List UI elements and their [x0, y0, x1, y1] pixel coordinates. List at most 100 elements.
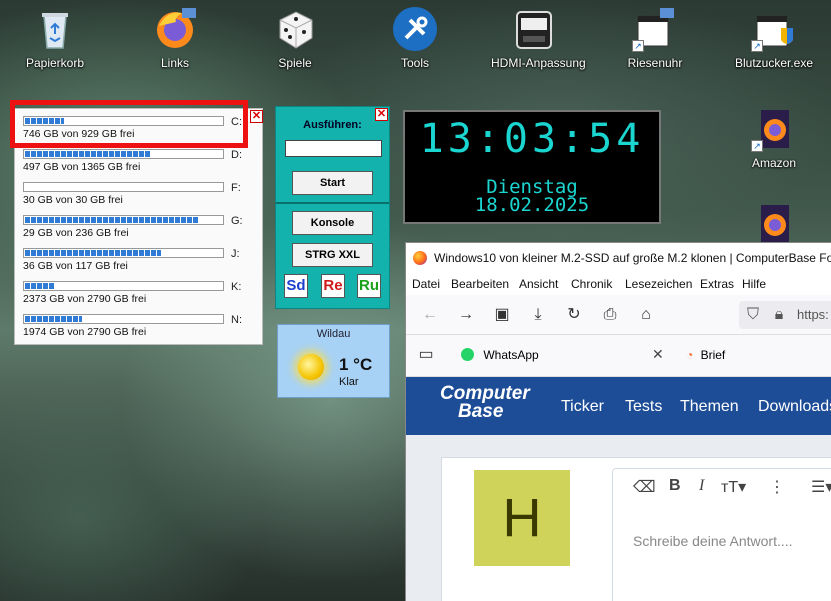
forward-icon[interactable]: →	[456, 305, 476, 325]
menu-chronik[interactable]: Chronik	[571, 277, 612, 291]
download-icon[interactable]: ⤓	[528, 305, 548, 325]
lock-icon: 🔒︎	[774, 306, 784, 323]
desktop-icon-label: Blutzucker.exe	[734, 56, 814, 70]
run-input[interactable]	[285, 140, 382, 157]
shield-app-icon: ↗	[751, 6, 797, 52]
hdmi-icon	[511, 6, 557, 52]
usage-bar	[23, 215, 224, 225]
firefox-icon	[152, 6, 198, 52]
weather-gadget: Wildau 1 °C Klar	[277, 324, 390, 398]
eraser-icon[interactable]: ⌫	[633, 477, 656, 497]
tools-icon	[392, 6, 438, 52]
drive-row: C: 746 GB von 929 GB frei	[23, 116, 259, 149]
clock-date: 18.02.2025	[474, 194, 590, 216]
desktop-icon-tools[interactable]: Tools	[372, 0, 458, 70]
strg-xxl-button[interactable]: STRG XXL	[292, 243, 373, 267]
usage-bar	[23, 116, 224, 126]
menu-hilfe[interactable]: Hilfe	[742, 277, 766, 291]
more-options-icon[interactable]: ⋮	[769, 477, 785, 497]
tabs-overview-icon[interactable]: ▭	[416, 345, 436, 365]
url-bar[interactable]: ⛉ 🔒︎ https:	[739, 301, 831, 329]
drive-row: K: 2373 GB von 2790 GB frei	[23, 281, 259, 314]
text-size-icon[interactable]: тT▾	[721, 477, 746, 497]
drive-info: 30 GB von 30 GB frei	[23, 194, 123, 206]
desktop-icon-links[interactable]: Links	[132, 0, 218, 70]
usage-bar	[23, 182, 224, 192]
nav-tests[interactable]: Tests	[625, 398, 662, 416]
weather-city: Wildau	[316, 328, 351, 340]
desktop-icon-spiele[interactable]: Spiele	[252, 0, 338, 70]
desktop-icon-amazon[interactable]: ↗ Amazon	[731, 100, 817, 170]
close-icon[interactable]: ✕	[652, 346, 664, 363]
reply-editor[interactable]: ⌫ B I тT▾ ⋮ ☰▾ Schreibe deine Antwort...…	[612, 468, 831, 601]
shortcut-arrow-icon: ↗	[632, 40, 644, 52]
home-icon[interactable]: ⌂	[636, 305, 656, 325]
desktop-icon-blutzucker[interactable]: ↗ Blutzucker.exe	[731, 0, 817, 70]
menu-datei[interactable]: Datei	[412, 277, 440, 291]
usage-bar-fill	[25, 151, 152, 157]
computerbase-logo[interactable]: Computer Base	[440, 384, 530, 421]
menu-extras[interactable]: Extras	[700, 277, 734, 291]
re-button[interactable]: Re	[321, 274, 345, 298]
reply-card: H ⌫ B I тT▾ ⋮ ☰▾ Schreibe deine Antwort.…	[441, 457, 831, 601]
weather-condition: Klar	[339, 376, 359, 388]
url-text: https:	[797, 307, 829, 322]
usage-bar-fill	[25, 316, 83, 322]
ru-button[interactable]: Ru	[357, 274, 381, 298]
usage-bar	[23, 149, 224, 159]
firefox-file-icon	[751, 201, 797, 247]
drive-row: N: 1974 GB von 2790 GB frei	[23, 314, 259, 347]
nav-themen[interactable]: Themen	[680, 398, 739, 416]
menu-bearbeiten[interactable]: Bearbeiten	[451, 277, 509, 291]
run-gadget: ✕ Ausführen: Start Konsole STRG XXL Sd R…	[275, 106, 390, 309]
bookmark-label: Brief	[700, 348, 726, 362]
shortcut-arrow-icon: ↗	[751, 40, 763, 52]
window-title: Windows10 von kleiner M.2-SSD auf große …	[434, 251, 831, 265]
drive-letter: D:	[231, 149, 242, 161]
bold-icon[interactable]: B	[669, 477, 681, 495]
sd-button[interactable]: Sd	[284, 274, 308, 298]
editor-placeholder: Schreibe deine Antwort....	[633, 533, 793, 549]
nav-downloads[interactable]: Downloads	[758, 398, 831, 416]
desktop-icon-hdmi[interactable]: HDMI-Anpassung	[491, 0, 586, 70]
back-icon[interactable]: ←	[420, 305, 440, 325]
start-button[interactable]: Start	[292, 171, 373, 195]
bookmark-brief[interactable]: ◔ Brief	[686, 348, 725, 362]
desktop-icon-label: HDMI-Anpassung	[491, 56, 586, 70]
avatar[interactable]: H	[474, 470, 570, 566]
window-titlebar[interactable]: Windows10 von kleiner M.2-SSD auf große …	[406, 243, 831, 273]
drive-letter: F:	[231, 182, 241, 194]
sidebar-icon[interactable]: ▣	[492, 305, 512, 325]
shortcut-arrow-icon: ↗	[751, 140, 763, 152]
bookmark-whatsapp[interactable]: WhatsApp	[461, 348, 539, 362]
clock-time: 13:03:54	[419, 116, 645, 162]
italic-icon[interactable]: I	[699, 477, 704, 495]
usage-bar	[23, 248, 224, 258]
list-icon[interactable]: ☰▾	[811, 477, 831, 497]
drive-letter: J:	[231, 248, 240, 260]
nav-ticker[interactable]: Ticker	[561, 398, 604, 416]
drive-row: D: 497 GB von 1365 GB frei	[23, 149, 259, 182]
konsole-button[interactable]: Konsole	[292, 211, 373, 235]
drive-info: 36 GB von 117 GB frei	[23, 260, 128, 272]
desktop-icon-papierkorb[interactable]: Papierkorb	[12, 0, 98, 70]
desktop-icon-label: Links	[160, 56, 189, 70]
digital-clock-gadget: 13:03:54 Dienstag 18.02.2025	[403, 110, 661, 224]
bookmark-label: WhatsApp	[483, 348, 539, 362]
drive-space-gadget: ✕ C: 746 GB von 929 GB frei D: 497 GB vo…	[14, 108, 263, 345]
desktop-icon-riesenuhr[interactable]: ↗ Riesenuhr	[612, 0, 698, 70]
drive-letter: G:	[231, 215, 243, 227]
divider	[276, 202, 389, 204]
usage-bar-fill	[25, 217, 199, 223]
drive-info: 29 GB von 236 GB frei	[23, 227, 129, 239]
print-icon[interactable]: ⎙	[600, 305, 620, 325]
menu-lesezeichen[interactable]: Lesezeichen	[625, 277, 692, 291]
menu-bar: Datei Bearbeiten Ansicht Chronik Lesezei…	[406, 273, 831, 295]
site-header: Computer Base Ticker Tests Themen Downlo…	[406, 377, 831, 435]
menu-ansicht[interactable]: Ansicht	[519, 277, 558, 291]
drive-info: 497 GB von 1365 GB frei	[23, 161, 141, 173]
reload-icon[interactable]: ↻	[564, 305, 584, 325]
firefox-window: Windows10 von kleiner M.2-SSD auf große …	[405, 242, 831, 601]
shield-icon[interactable]: ⛉	[743, 305, 763, 325]
whatsapp-icon	[461, 348, 474, 361]
